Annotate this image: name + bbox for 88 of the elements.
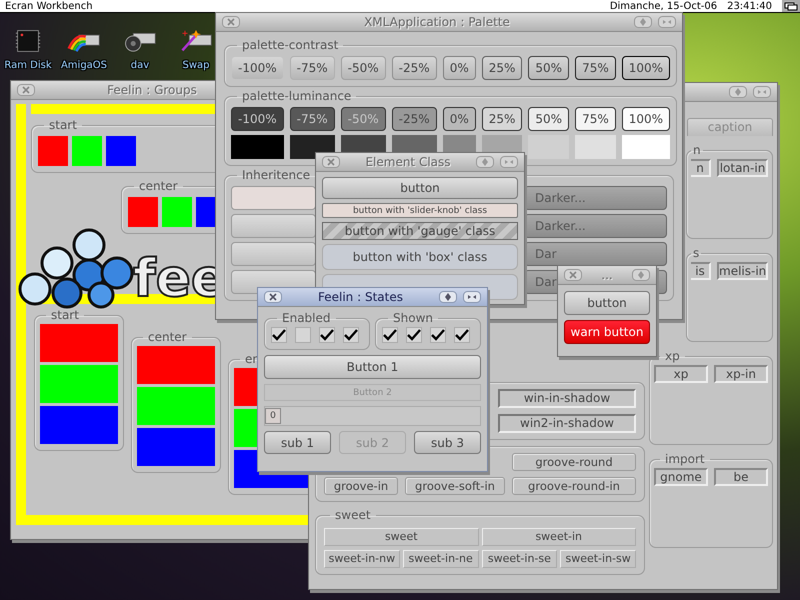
date-text: Dimanche, 15-Oct-06	[610, 0, 718, 12]
window-title: ...	[600, 268, 614, 282]
group-legend: center	[134, 179, 183, 193]
checkbox[interactable]	[406, 327, 422, 343]
state-button[interactable]: Button 1	[264, 355, 481, 379]
class-button[interactable]: button with 'box' class	[322, 244, 518, 270]
luminance-button[interactable]: 100%	[622, 107, 670, 131]
checkbox[interactable]	[295, 327, 311, 343]
depth-icon[interactable]	[439, 291, 457, 303]
plain-button[interactable]: button	[564, 291, 650, 315]
group-legend: s	[691, 246, 702, 260]
frame-sample: groove-in	[324, 477, 398, 495]
slider-knob[interactable]: 0	[265, 408, 281, 424]
checkbox[interactable]	[271, 327, 287, 343]
checkbox[interactable]	[382, 327, 398, 343]
group-legend: sweet	[330, 508, 376, 522]
clock-text: 23:41:40	[727, 0, 772, 12]
frame-sample: lotan-in	[717, 159, 768, 177]
screen-depth-icon[interactable]	[782, 0, 800, 12]
frame-sample: sweet-in-sw	[560, 550, 636, 568]
contrast-button[interactable]: -100%	[231, 56, 284, 80]
frame-sample: sweet-in-nw	[324, 550, 400, 568]
window-title: XMLApplication : Palette	[363, 15, 511, 29]
group-legend: import	[660, 452, 710, 466]
checkbox[interactable]	[319, 327, 335, 343]
group-legend: Enabled	[277, 311, 336, 325]
contrast-button[interactable]: 50%	[528, 56, 570, 80]
window-title: Feelin : States	[317, 290, 404, 304]
frame-sample: xp	[654, 365, 708, 383]
icon-label[interactable]: dav	[130, 60, 150, 71]
group-legend: start	[46, 308, 84, 322]
frame-sample: gnome	[654, 468, 708, 486]
class-button[interactable]: button	[322, 177, 518, 199]
title-bar[interactable]: Feelin : States	[258, 288, 487, 307]
inherit-button[interactable]	[231, 214, 316, 238]
frame-sample: groove-round-in	[512, 477, 636, 495]
contrast-button[interactable]: 100%	[622, 56, 670, 80]
sub-button[interactable]: sub 3	[414, 431, 481, 454]
group-legend: center	[143, 330, 192, 344]
group-legend: palette-contrast	[237, 38, 344, 52]
frame-sample: sweet-in-se	[482, 550, 558, 568]
contrast-button[interactable]: -25%	[392, 56, 437, 80]
contrast-button[interactable]: -75%	[290, 56, 335, 80]
group-legend: Inheritence	[237, 168, 316, 182]
frame-sample: sweet-in-ne	[402, 550, 478, 568]
zoom-icon[interactable]	[463, 291, 481, 303]
group-legend: Shown	[388, 311, 438, 325]
frame-sample: sweet-in	[482, 528, 636, 546]
group-legend: start	[44, 118, 82, 132]
frame-sample: win-in-shadow	[498, 389, 636, 408]
group-legend: xp	[660, 349, 685, 363]
frame-sample: win2-in-shadow	[498, 414, 636, 433]
luminance-button[interactable]: 0%	[442, 107, 476, 131]
close-icon[interactable]	[264, 291, 282, 303]
icon-label[interactable]: Swap	[182, 60, 210, 71]
luminance-button[interactable]: -25%	[392, 107, 437, 131]
luminance-button[interactable]: 75%	[575, 107, 616, 131]
frame-sample: be	[714, 468, 768, 486]
frame-sample: groove-soft-in	[405, 477, 505, 495]
icon-label[interactable]: AmigaOS	[60, 60, 108, 71]
inherit-button[interactable]	[231, 242, 316, 266]
luminance-button[interactable]: 25%	[482, 107, 522, 131]
frame-sample: is	[691, 262, 711, 280]
frame-sample: n	[691, 159, 711, 177]
icon-label[interactable]: Ram Disk	[4, 60, 52, 71]
class-button[interactable]: button with 'gauge' class	[322, 222, 518, 240]
checkbox[interactable]	[343, 327, 359, 343]
class-button[interactable]: button with 'slider-knob' class	[322, 203, 518, 218]
checkbox[interactable]	[454, 327, 470, 343]
contrast-button[interactable]: 25%	[482, 56, 522, 80]
frame-sample: groove-round	[512, 453, 636, 471]
luminance-button[interactable]: -100%	[231, 107, 284, 131]
contrast-button[interactable]: 75%	[575, 56, 616, 80]
screen-title: Ecran Workbench	[4, 0, 93, 12]
warn-button[interactable]: warn button	[564, 320, 650, 344]
wand-drive-icon[interactable]	[179, 28, 213, 54]
checkbox[interactable]	[430, 327, 446, 343]
frame-sample: melis-in	[717, 262, 768, 280]
inherit-button[interactable]	[231, 186, 316, 210]
luminance-button[interactable]: -75%	[290, 107, 335, 131]
window-title: Element Class	[364, 155, 452, 169]
group-legend: n	[691, 143, 703, 157]
contrast-button[interactable]: 0%	[442, 56, 476, 80]
sub-button[interactable]: sub 1	[264, 431, 331, 454]
luminance-button[interactable]: 50%	[528, 107, 570, 131]
contrast-button[interactable]: -50%	[340, 56, 386, 80]
frame-sample: xp-in	[714, 365, 768, 383]
frame-sample: sweet	[324, 528, 478, 546]
